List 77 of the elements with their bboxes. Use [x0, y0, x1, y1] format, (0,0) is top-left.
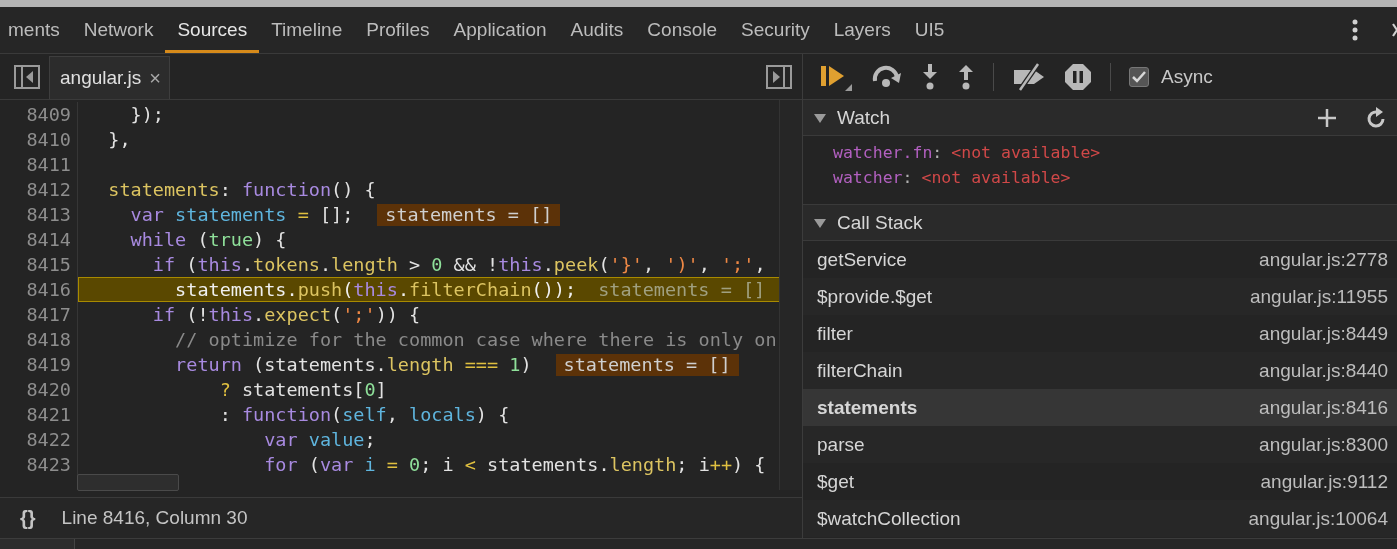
panel-tab[interactable]: Layers: [821, 7, 903, 53]
frame-location: angular.js:8300: [1259, 433, 1388, 456]
frame-name: filterChain: [817, 359, 903, 382]
line-number[interactable]: 8422: [0, 427, 78, 452]
frame-name: $provide.$get: [817, 285, 933, 308]
horizontal-scrollbar[interactable]: [77, 474, 179, 491]
frame-name: $get: [817, 470, 854, 493]
panel-tab[interactable]: Application: [441, 7, 559, 53]
code-line: : function(self, locals) {: [218, 403, 511, 427]
frame-name: $watchCollection: [817, 507, 961, 530]
cursor-position: Line 8416, Column 30: [61, 507, 248, 529]
watch-expression[interactable]: watcher.fn: <not available>: [833, 140, 1101, 165]
line-number[interactable]: 8410: [0, 127, 78, 152]
panel-tab[interactable]: Audits: [558, 7, 636, 53]
code-line: for (var i = 0; i < statements.length; i++) {: [263, 453, 767, 477]
panel-tab[interactable]: ments: [0, 7, 72, 53]
line-number[interactable]: 8412: [0, 177, 78, 202]
code-line: if (this.tokens.length > 0 && !this.peek('}', ')', ';',: [151, 253, 767, 277]
frame-name: statements: [817, 396, 918, 419]
vertical-scrollbar[interactable]: [779, 100, 802, 490]
line-number[interactable]: 8418: [0, 327, 78, 352]
sidebar-toggle-icon[interactable]: [14, 64, 40, 89]
frame-name: getService: [817, 248, 907, 271]
code-line: ? statements[0]: [218, 378, 388, 402]
frame-location: angular.js:8449: [1259, 322, 1388, 345]
panel-tab[interactable]: Console: [635, 7, 730, 53]
async-label: Async: [1161, 65, 1213, 88]
line-number[interactable]: 8409: [0, 102, 78, 127]
frame-name: filter: [817, 322, 853, 345]
frame-location: angular.js:2778: [1259, 248, 1388, 271]
sidebar-toggle-icon[interactable]: [766, 64, 792, 89]
line-number[interactable]: 8413: [0, 202, 78, 227]
code-line: while (true) {: [129, 228, 288, 252]
line-number[interactable]: 8414: [0, 227, 78, 252]
section-title: Watch: [837, 106, 891, 129]
code-line: if (!this.expect(';')) {: [151, 303, 422, 327]
menu-icon[interactable]: [1351, 18, 1359, 42]
panel-tab[interactable]: Profiles: [354, 7, 442, 53]
close-icon[interactable]: ×: [149, 66, 162, 90]
line-number[interactable]: 8411: [0, 152, 78, 177]
frame-location: angular.js:10064: [1248, 507, 1388, 530]
async-checkbox[interactable]: [1129, 66, 1149, 87]
code-line: statements: function() {: [107, 178, 377, 202]
file-tab[interactable]: angular.js ×: [49, 56, 171, 99]
frame-location: angular.js:8416: [1259, 396, 1388, 419]
frame-location: angular.js:9112: [1260, 470, 1388, 493]
section-title: Call Stack: [837, 211, 923, 234]
watch-expression[interactable]: watcher: <not available>: [833, 165, 1071, 190]
line-number[interactable]: 8421: [0, 402, 78, 427]
panel-tab[interactable]: Network: [71, 7, 166, 53]
step-into-icon[interactable]: [921, 63, 939, 90]
panel-tab[interactable]: Timeline: [259, 7, 355, 53]
line-number[interactable]: 8419: [0, 352, 78, 377]
refresh-icon[interactable]: [1367, 106, 1387, 129]
code-line: var value;: [263, 428, 377, 452]
panel-tab[interactable]: Sources: [165, 7, 260, 53]
section-header[interactable]: Call Stack: [803, 205, 1397, 241]
pretty-print-button[interactable]: {}: [20, 506, 36, 530]
deactivate-breakpoints-icon[interactable]: [1012, 61, 1046, 92]
line-number[interactable]: 8415: [0, 252, 78, 277]
step-out-icon[interactable]: [957, 63, 975, 90]
code-line: },: [107, 128, 132, 152]
check-icon: [1132, 70, 1146, 83]
section-header[interactable]: Watch: [803, 100, 1397, 136]
frame-name: parse: [817, 433, 865, 456]
step-over-icon[interactable]: [871, 64, 903, 89]
panel-tab[interactable]: Security: [729, 7, 822, 53]
pause-on-exceptions-icon[interactable]: [1064, 62, 1092, 91]
line-number[interactable]: 8420: [0, 377, 78, 402]
line-number[interactable]: 8417: [0, 302, 78, 327]
frame-location: angular.js:8440: [1259, 359, 1388, 382]
add-icon[interactable]: [1317, 107, 1337, 128]
code-line: });: [129, 103, 165, 127]
frame-location: angular.js:11955: [1249, 285, 1388, 308]
panel-tab[interactable]: UI5: [902, 7, 957, 53]
code-line: // optimize for the common case where there is only on: [174, 328, 778, 352]
call-frame[interactable]: statements angular.js:8416: [803, 389, 1397, 426]
